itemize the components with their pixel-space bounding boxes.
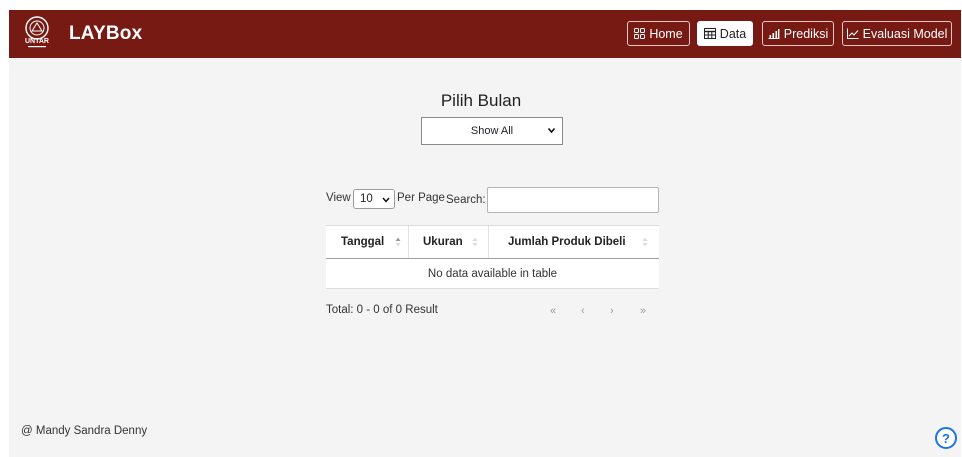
nav-data-button[interactable]: Data: [697, 21, 753, 46]
bar-chart-icon: [768, 29, 780, 39]
column-header-ukuran[interactable]: Ukuran: [409, 226, 488, 258]
logo-text: UNTAR: [25, 38, 49, 45]
month-select[interactable]: Show All: [421, 117, 563, 145]
line-chart-icon: [846, 28, 859, 39]
pagination-next[interactable]: ›: [610, 305, 614, 317]
grid-icon: [634, 28, 646, 39]
column-header-label: Ukuran: [423, 236, 463, 248]
nav-evaluasi-label: Evaluasi Model: [862, 26, 948, 41]
top-navbar: UNTAR LAYBox Home Data Prediksi Evaluasi…: [9, 10, 961, 58]
help-button[interactable]: ?: [935, 427, 957, 449]
chevron-down-icon: [382, 197, 390, 203]
view-label: View: [326, 192, 351, 204]
nav-data-label: Data: [719, 26, 747, 41]
per-page-label: Per Page: [397, 192, 445, 204]
column-header-label: Tanggal: [341, 236, 385, 248]
untar-logo: UNTAR: [23, 14, 51, 54]
column-header-tanggal[interactable]: Tanggal: [326, 226, 408, 258]
column-header-label: Jumlah Produk Dibeli: [508, 236, 626, 248]
search-input[interactable]: [487, 187, 659, 213]
pagination-prev[interactable]: ‹: [581, 305, 585, 317]
data-table: Tanggal Ukuran Jumlah Produk Dibeli No d…: [326, 225, 659, 289]
nav-home-button[interactable]: Home: [627, 21, 690, 46]
pagination-first[interactable]: «: [550, 305, 556, 317]
nav-prediksi-label: Prediksi: [783, 26, 829, 41]
chevron-down-icon: [547, 127, 556, 134]
search-label: Search:: [446, 194, 486, 206]
sort-icon: [472, 237, 478, 247]
month-filter-title: Pilih Bulan: [440, 91, 522, 110]
nav-home-label: Home: [649, 26, 683, 41]
column-header-jumlah[interactable]: Jumlah Produk Dibeli: [489, 226, 659, 258]
table-icon: [703, 28, 716, 39]
nav-evaluasi-button[interactable]: Evaluasi Model: [842, 21, 952, 46]
table-empty-row: No data available in table: [326, 259, 659, 289]
month-select-value: Show All: [470, 125, 514, 137]
question-mark-icon: ?: [942, 430, 950, 446]
nav-prediksi-button[interactable]: Prediksi: [762, 21, 834, 46]
brand-title: LAYBox: [69, 23, 143, 44]
sort-asc-icon: [395, 237, 401, 247]
sort-icon: [642, 237, 648, 247]
result-summary: Total: 0 - 0 of 0 Result: [326, 304, 438, 316]
table-header: Tanggal Ukuran Jumlah Produk Dibeli: [326, 225, 659, 259]
footer-credit: @ Mandy Sandra Denny: [21, 425, 148, 437]
pagination-last[interactable]: »: [640, 305, 646, 317]
per-page-select[interactable]: 10: [353, 189, 395, 209]
per-page-value: 10: [360, 193, 373, 205]
